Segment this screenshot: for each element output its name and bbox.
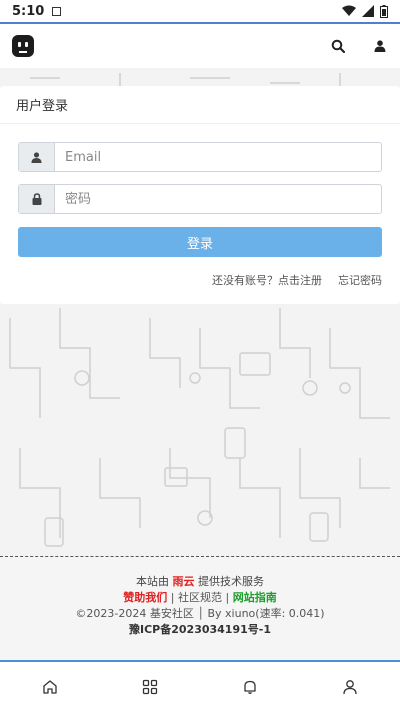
- lock-icon: [19, 185, 55, 213]
- password-field-group: [18, 184, 382, 214]
- icp-link[interactable]: 豫ICP备2023034191号-1: [129, 623, 271, 636]
- password-field[interactable]: [55, 185, 381, 213]
- status-icons: [342, 4, 388, 18]
- grid-icon: [142, 679, 158, 694]
- footer-line-1: 本站由 雨云 提供技术服务: [0, 574, 400, 590]
- user-icon: [343, 679, 357, 694]
- register-link[interactable]: 还没有账号？点击注册: [212, 272, 322, 288]
- battery-icon: [380, 4, 388, 18]
- status-bar: 5:10: [0, 0, 400, 22]
- sponsor-link[interactable]: 赞助我们: [123, 591, 167, 604]
- tab-notifications[interactable]: [200, 662, 300, 711]
- tab-profile[interactable]: [300, 662, 400, 711]
- logo-icon[interactable]: [12, 35, 34, 57]
- tab-categories[interactable]: [100, 662, 200, 711]
- login-card: 用户登录 登录 还没有账号？点击注册 忘记密码: [0, 86, 400, 304]
- card-title: 用户登录: [0, 86, 400, 124]
- login-button[interactable]: 登录: [18, 227, 382, 257]
- forgot-password-link[interactable]: 忘记密码: [338, 272, 382, 288]
- bottom-tab-bar: [0, 660, 400, 711]
- search-icon[interactable]: [330, 38, 346, 54]
- bell-icon: [244, 680, 256, 694]
- email-field[interactable]: [55, 143, 381, 171]
- footer-separator: |: [167, 591, 178, 604]
- site-guide-link[interactable]: 网站指南: [233, 591, 277, 604]
- site-footer: 本站由 雨云 提供技术服务 赞助我们 | 社区规范 | 网站指南 ©2023-2…: [0, 574, 400, 638]
- user-icon[interactable]: [372, 38, 388, 54]
- footer-prefix: 本站由: [136, 575, 173, 588]
- footer-suffix: 提供技术服务: [194, 575, 264, 588]
- wifi-icon: [342, 5, 356, 16]
- email-field-group: [18, 142, 382, 172]
- community-rules-link[interactable]: 社区规范: [178, 591, 222, 604]
- signal-icon: [362, 5, 374, 17]
- notification-icon: [52, 6, 62, 16]
- top-navbar: [0, 22, 400, 68]
- dashed-divider: [0, 556, 400, 557]
- footer-separator: |: [222, 591, 233, 604]
- footer-line-2: 赞助我们 | 社区规范 | 网站指南: [0, 590, 400, 606]
- footer-brand-link[interactable]: 雨云: [173, 575, 195, 588]
- home-icon: [43, 679, 57, 694]
- user-icon: [19, 143, 55, 171]
- status-time: 5:10: [12, 3, 45, 19]
- card-links: 还没有账号？点击注册 忘记密码: [212, 272, 382, 288]
- tab-home[interactable]: [0, 662, 100, 711]
- footer-copyright: ©2023-2024 基安社区 │ By xiuno(速率: 0.041): [75, 607, 325, 620]
